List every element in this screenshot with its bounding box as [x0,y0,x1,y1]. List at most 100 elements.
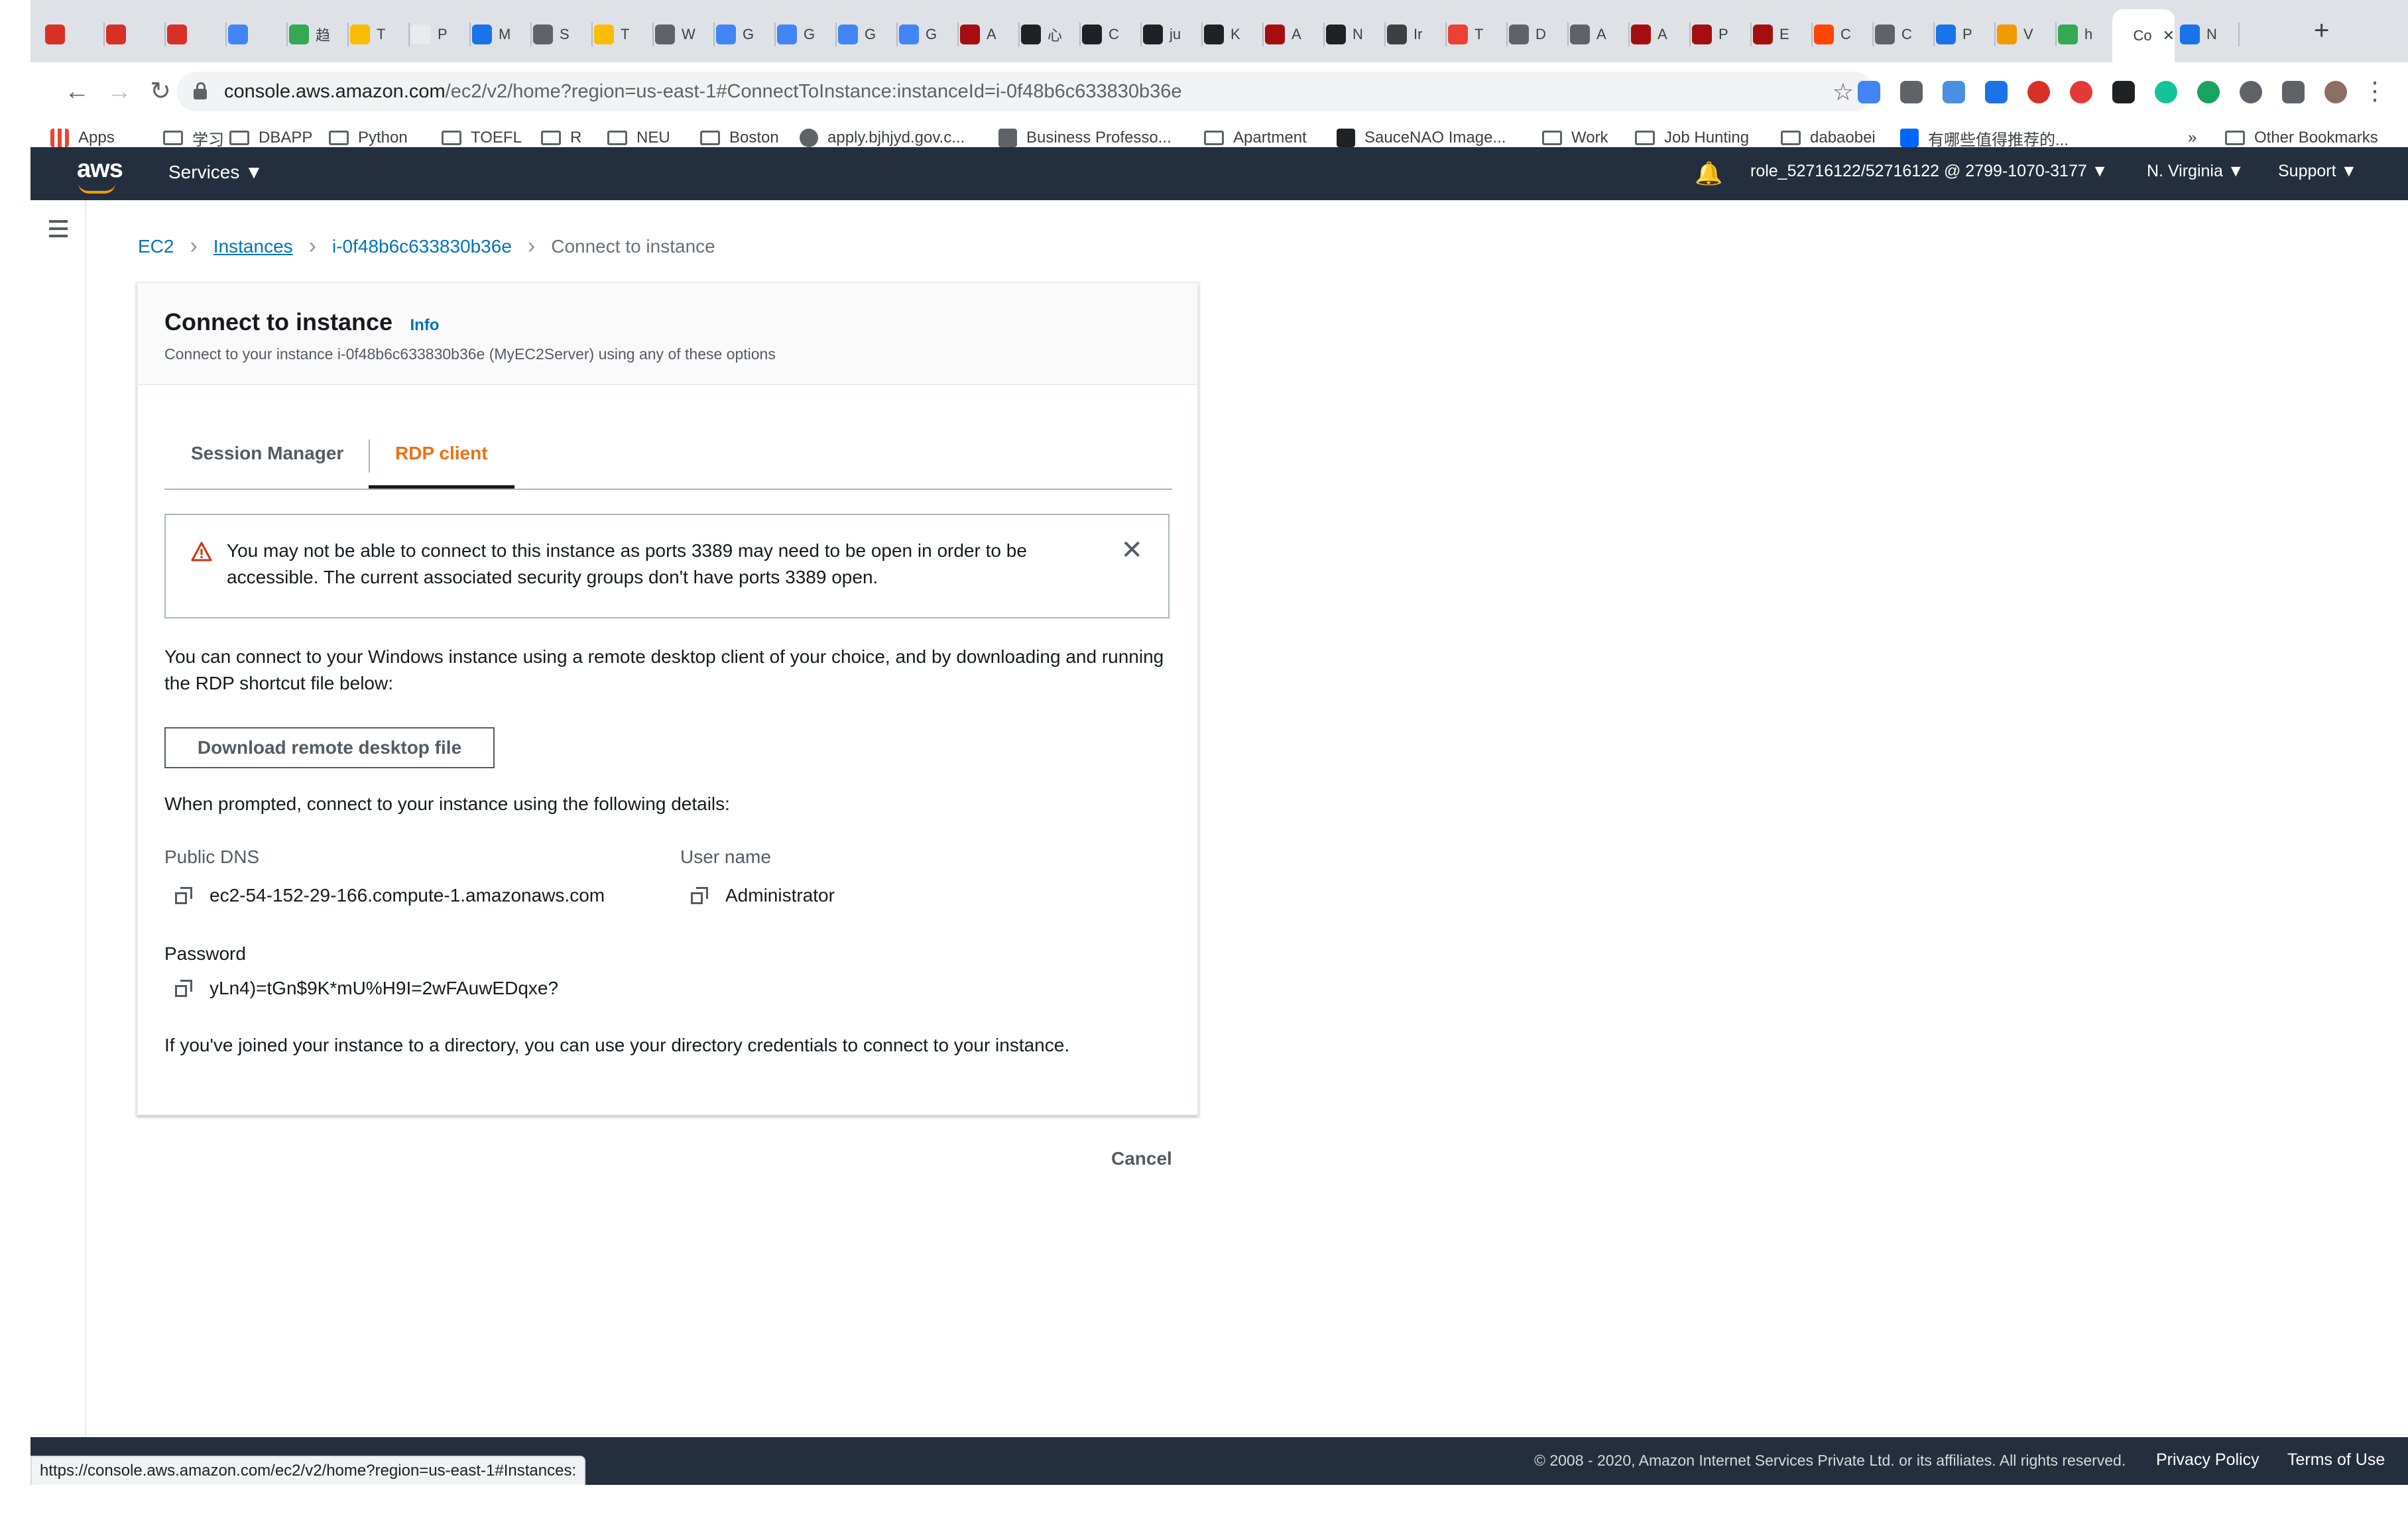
browser-tab[interactable]: C [1807,15,1874,54]
browser-tab[interactable]: Co ✕ [2112,9,2175,62]
browser-tab[interactable]: D [1502,15,1569,54]
browser-tab[interactable]: G [709,15,776,54]
reload-icon[interactable]: ↻ [143,74,178,109]
browser-tab[interactable]: 心 [1014,15,1081,54]
extension-icon[interactable] [2027,81,2050,103]
forward-arrow-icon[interactable]: → [102,74,137,109]
browser-tab[interactable]: h [2051,15,2118,54]
browser-tab[interactable] [221,15,288,54]
terms-of-use-link[interactable]: Terms of Use [2287,1450,2385,1470]
browser-tab[interactable]: T [587,15,654,54]
browser-tab[interactable]: P [1929,15,1996,54]
bookmark-item[interactable]: Apps [50,126,115,150]
hamburger-menu-icon[interactable] [49,220,68,242]
browser-tab[interactable]: C [1868,15,1935,54]
bookmark-item[interactable]: Business Professo... [998,126,1172,150]
copy-icon[interactable] [175,887,192,904]
back-arrow-icon[interactable]: ← [60,74,94,109]
tab-rdp-client[interactable]: RDP client [369,424,514,489]
copy-icon[interactable] [175,980,192,997]
copy-icon[interactable] [691,887,708,904]
other-bookmarks[interactable]: Other Bookmarks [2225,126,2378,150]
extension-icon[interactable] [1900,81,1923,103]
download-rdp-file-button[interactable]: Download remote desktop file [164,727,495,768]
bookmark-item[interactable]: Python [329,126,408,150]
address-bar[interactable]: console.aws.amazon.com/ec2/v2/home?regio… [176,72,1874,111]
browser-tab[interactable]: A [1563,15,1630,54]
info-link[interactable]: Info [410,316,440,334]
browser-tab[interactable]: A [1258,15,1325,54]
bookmark-item[interactable]: DBAPP [229,126,312,150]
browser-tab[interactable]: P [404,15,471,54]
bookmark-item[interactable]: R [541,126,581,150]
tab-favicon-icon [472,25,492,44]
calendar-extension-icon[interactable] [1943,81,1965,103]
browser-menu-icon[interactable]: ⋮ [2358,74,2392,109]
browser-tab[interactable] [99,15,166,54]
browser-tab[interactable]: M [465,15,532,54]
region-menu[interactable]: N. Virginia ▼ [2147,162,2244,181]
breadcrumb-ec2[interactable]: EC2 [138,236,174,257]
browser-tab[interactable]: V [1990,15,2057,54]
account-menu[interactable]: role_52716122/52716122 @ 2799-1070-3177 … [1750,162,2108,181]
bookmark-item[interactable]: 学习 [163,126,224,150]
breadcrumb-instances[interactable]: Instances [213,236,293,257]
tab-session-manager[interactable]: Session Manager [164,424,370,489]
browser-tab[interactable]: P [1685,15,1752,54]
grammarly-icon[interactable] [2155,81,2177,103]
bookmark-label: TOEFL [471,129,522,146]
browser-tab[interactable]: T [1441,15,1508,54]
browser-tab[interactable]: N [2173,15,2240,54]
browser-tab[interactable]: A [1624,15,1691,54]
new-tab-button[interactable]: + [2314,16,2329,46]
extension-icon[interactable] [2112,81,2135,103]
browser-tab[interactable]: C [1075,15,1142,54]
browser-tab[interactable]: N [1319,15,1386,54]
adblock-icon[interactable] [2070,81,2092,103]
username-value: Administrator [691,885,835,906]
extension-icon[interactable] [1985,81,2008,103]
bookmark-item[interactable]: Boston [700,126,779,150]
bookmark-label: apply.bjhjyd.gov.c... [827,129,965,146]
cancel-button[interactable]: Cancel [1111,1148,1172,1169]
privacy-policy-link[interactable]: Privacy Policy [2156,1450,2259,1470]
browser-tab[interactable]: ju [1136,15,1203,54]
bookmark-item[interactable]: SauceNAO Image... [1337,126,1506,150]
bookmark-item[interactable]: 有哪些值得推荐的... [1900,126,2069,150]
extension-icon[interactable] [2240,81,2262,103]
bookmark-item[interactable]: dabaobei [1781,126,1876,150]
browser-tab[interactable]: G [831,15,898,54]
bookmark-item[interactable]: apply.bjhjyd.gov.c... [800,126,965,150]
browser-tab[interactable]: W [648,15,715,54]
browser-tab[interactable]: G [770,15,837,54]
close-icon[interactable]: ✕ [1120,535,1143,565]
browser-tab[interactable]: 趋 [282,15,349,54]
extension-icon[interactable] [2197,81,2220,103]
bookmark-star-icon[interactable]: ☆ [1833,78,1854,106]
browser-tab[interactable] [160,15,227,54]
translate-extension-icon[interactable] [1858,81,1880,103]
extensions-puzzle-icon[interactable] [2282,81,2305,103]
services-menu[interactable]: Services ▼ [168,162,263,183]
bookmark-item[interactable]: Apartment [1204,126,1307,150]
browser-tab[interactable]: E [1746,15,1813,54]
profile-avatar[interactable] [2324,81,2347,103]
aws-logo[interactable]: aws [77,155,123,184]
bookmark-item[interactable]: TOEFL [442,126,522,150]
browser-tab[interactable]: T [343,15,410,54]
browser-tab[interactable]: K [1197,15,1264,54]
bookmark-item[interactable]: Job Hunting [1635,126,1749,150]
breadcrumb-instance-id[interactable]: i-0f48b6c633830b36e [332,236,512,257]
browser-tab[interactable]: S [526,15,593,54]
bookmarks-overflow-button[interactable]: » [2188,126,2197,150]
bookmark-label: Boston [729,129,779,146]
bookmark-item[interactable]: NEU [607,126,670,150]
tab-favicon-icon [1326,25,1346,44]
bell-icon[interactable]: 🔔 [1695,160,1722,187]
bookmark-item[interactable]: Work [1542,126,1608,150]
support-menu[interactable]: Support ▼ [2278,162,2357,181]
browser-tab[interactable]: Ir [1380,15,1447,54]
browser-tab[interactable] [38,15,105,54]
browser-tab[interactable]: G [892,15,959,54]
browser-tab[interactable]: A [953,15,1020,54]
